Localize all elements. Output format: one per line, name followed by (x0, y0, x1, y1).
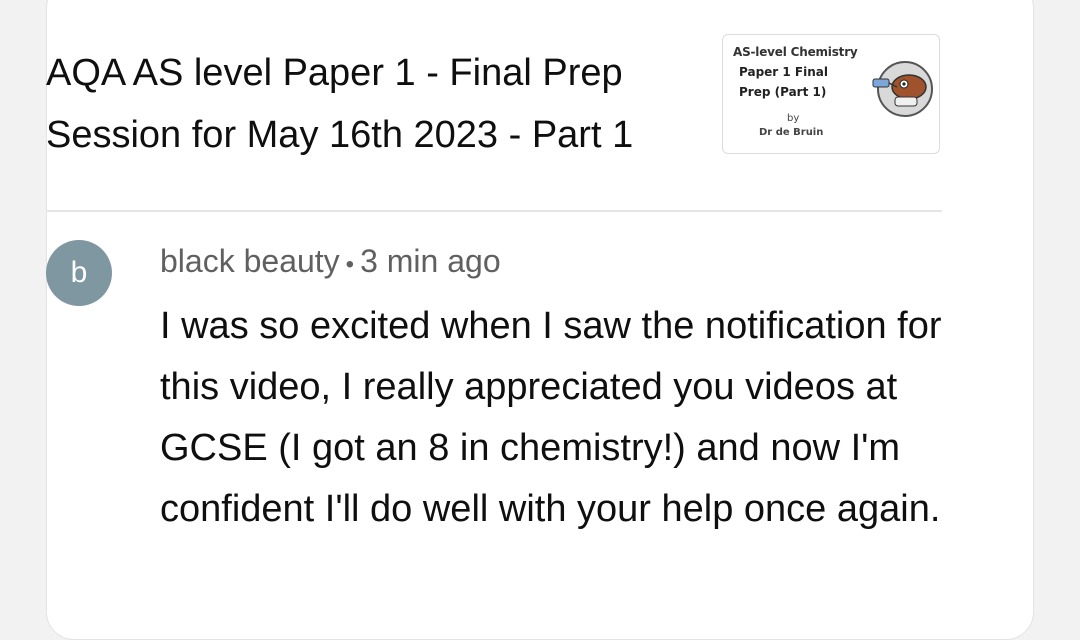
comment-author[interactable]: black beauty (160, 243, 340, 279)
thumbnail-text-line3: Prep (Part 1) (739, 85, 827, 99)
comment-time: 3 min ago (360, 243, 501, 279)
video-thumbnail[interactable]: AS-level Chemistry Paper 1 Final Prep (P… (722, 34, 940, 154)
video-title[interactable]: AQA AS level Paper 1 - Final Prep Sessio… (46, 42, 696, 166)
meta-separator: • (345, 251, 355, 278)
thumbnail-text-line1: AS-level Chemistry (733, 45, 858, 59)
comment-meta: black beauty • 3 min ago (160, 236, 960, 290)
thumbnail-text-line5: Dr de Bruin (759, 127, 824, 138)
thumbnail-text-line4: by (787, 113, 800, 124)
avatar[interactable]: b (46, 240, 112, 306)
comment: black beauty • 3 min ago I was so excited … (160, 236, 960, 540)
video-header[interactable]: AQA AS level Paper 1 - Final Prep Sessio… (46, 34, 942, 160)
mascot-icon (872, 61, 933, 117)
thumbnail-text-line2: Paper 1 Final (739, 65, 828, 79)
divider (46, 210, 942, 212)
comment-text: I was so excited when I saw the notifica… (160, 305, 942, 530)
